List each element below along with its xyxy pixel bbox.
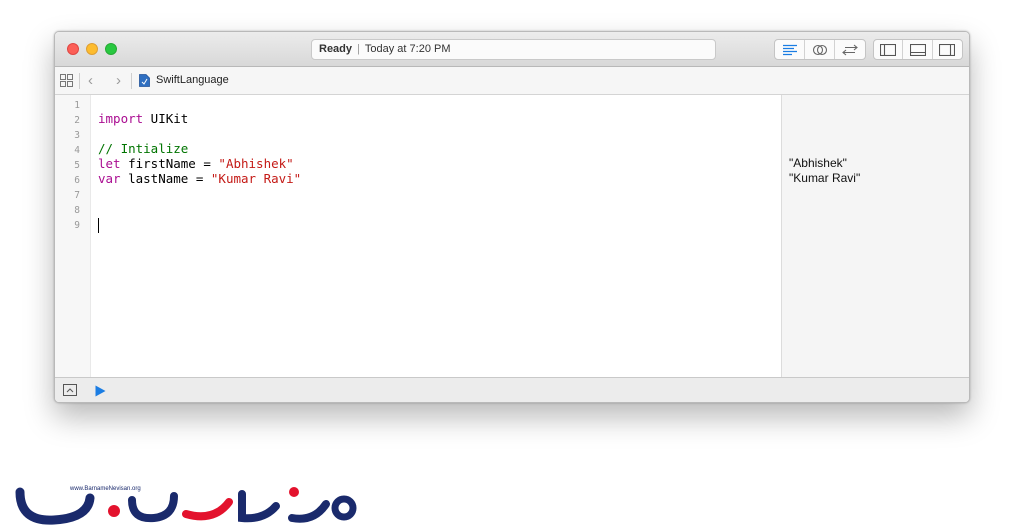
line-number: 9	[74, 220, 80, 231]
code-line: var lastName = "Kumar Ravi"	[98, 171, 301, 186]
barnamenevisan-logo-icon	[15, 487, 357, 525]
line-number: 8	[74, 205, 80, 216]
code-comment-line: // Intialize	[98, 141, 189, 156]
close-window-button[interactable]	[67, 43, 79, 55]
playground-file-icon	[139, 74, 150, 87]
code-line: import UIKit	[98, 111, 188, 126]
forward-chevron-icon[interactable]: ›	[116, 72, 121, 89]
jump-bar-divider	[79, 73, 80, 89]
status-text: Ready	[319, 43, 353, 55]
navigator-toggle-icon	[880, 43, 897, 56]
status-timestamp: Today at 7:20 PM	[364, 43, 451, 55]
line-number: 3	[74, 130, 80, 141]
code-token: firstName =	[120, 156, 219, 171]
watermark-url: www.BarnameNevisan.org	[70, 486, 141, 492]
line-number: 6	[74, 175, 80, 186]
jump-bar-divider	[131, 73, 132, 89]
version-editor-icon	[842, 44, 858, 55]
status-separator: |	[357, 43, 360, 55]
minimize-window-button[interactable]	[86, 43, 98, 55]
assistant-editor-icon	[812, 44, 827, 55]
standard-editor-icon	[782, 44, 797, 55]
utilities-toggle-icon	[939, 43, 956, 56]
view-toggle-control	[873, 39, 963, 60]
line-number: 7	[74, 190, 80, 201]
keyword-token: import	[98, 111, 144, 126]
line-number: 4	[74, 145, 80, 156]
playground-window: Ready | Today at 7:20 PM ‹ › SwiftLangua…	[54, 31, 970, 403]
keyword-token: let	[98, 156, 121, 171]
results-sidebar: "Abhishek" "Kumar Ravi"	[781, 95, 969, 377]
line-number: 2	[74, 115, 80, 126]
standard-editor-button[interactable]	[775, 40, 805, 59]
code-line: let firstName = "Abhishek"	[98, 156, 294, 171]
version-editor-button[interactable]	[835, 40, 865, 59]
line-number: 5	[74, 160, 80, 171]
activity-viewer: Ready | Today at 7:20 PM	[311, 39, 716, 60]
toggle-debug-area-button[interactable]	[903, 40, 933, 59]
editor-mode-control	[774, 39, 866, 60]
code-token: UIKit	[143, 111, 189, 126]
text-cursor	[98, 218, 99, 233]
zoom-window-button[interactable]	[105, 43, 117, 55]
related-items-grid-icon[interactable]	[60, 74, 73, 87]
jump-bar: ‹ › SwiftLanguage	[55, 67, 969, 95]
string-literal: "Kumar Ravi"	[210, 171, 302, 186]
debug-bar	[55, 377, 969, 402]
debug-area-toggle-icon	[909, 43, 926, 56]
back-chevron-icon[interactable]: ‹	[88, 72, 93, 89]
toggle-utilities-button[interactable]	[933, 40, 962, 59]
line-number-gutter: 1 2 3 4 5 6 7 8 9	[55, 95, 91, 377]
code-token: lastName =	[120, 171, 211, 186]
jump-bar-file-name[interactable]: SwiftLanguage	[156, 74, 229, 86]
show-debug-area-icon[interactable]	[63, 384, 77, 396]
source-editor[interactable]: 1 2 3 4 5 6 7 8 9 import UIKit // Intial…	[55, 95, 781, 377]
assistant-editor-button[interactable]	[805, 40, 835, 59]
run-play-icon[interactable]	[95, 385, 106, 397]
line-number: 1	[74, 100, 80, 111]
result-value[interactable]: "Kumar Ravi"	[789, 171, 860, 186]
toggle-navigator-button[interactable]	[874, 40, 904, 59]
result-value[interactable]: "Abhishek"	[789, 156, 847, 171]
title-bar: Ready | Today at 7:20 PM	[55, 32, 969, 67]
string-literal: "Abhishek"	[218, 156, 294, 171]
keyword-token: var	[98, 171, 121, 186]
